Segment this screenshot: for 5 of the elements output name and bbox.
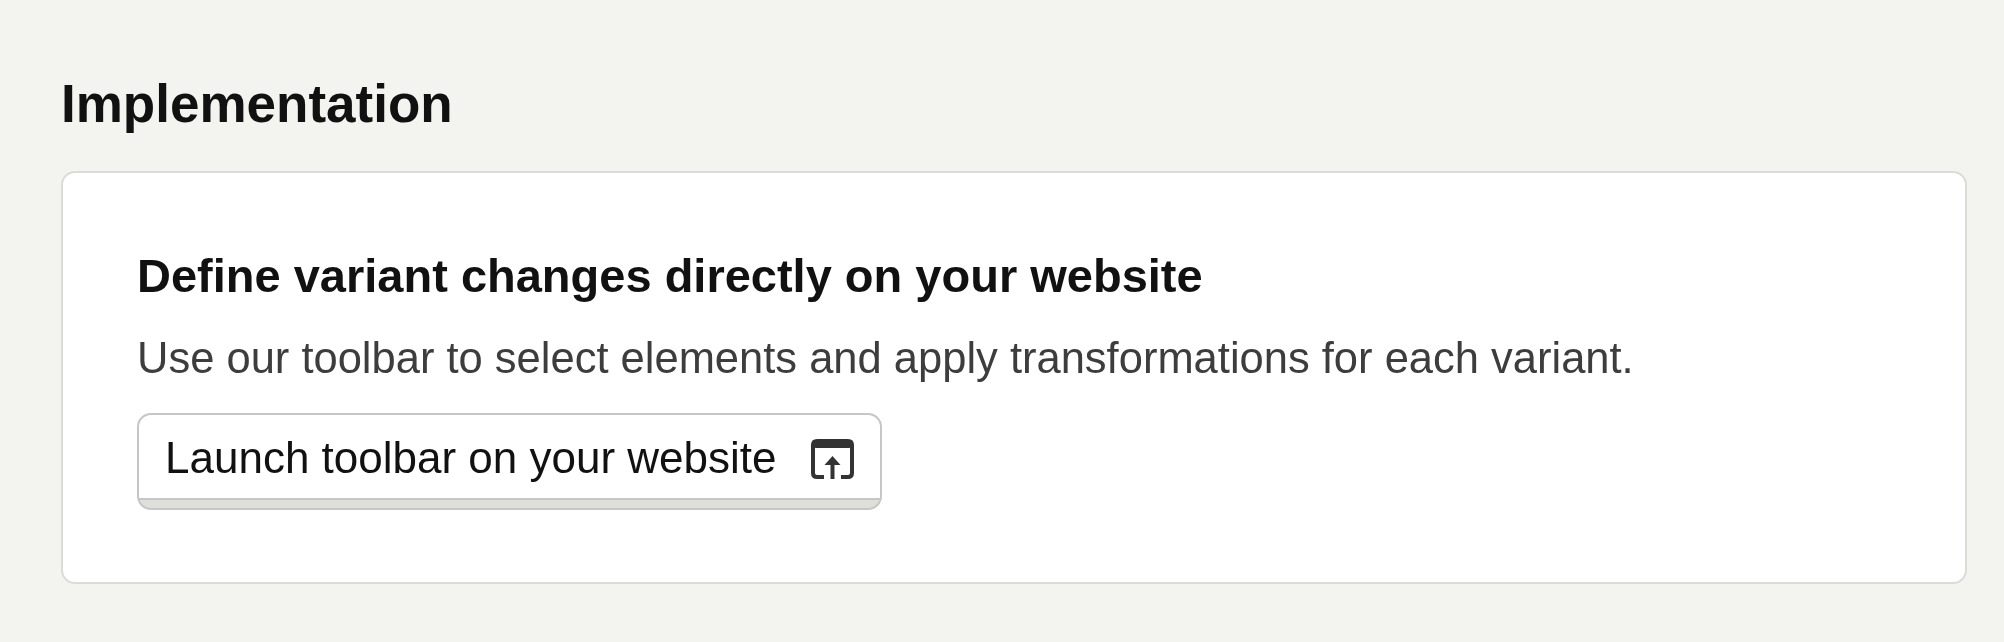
card-description: Use our toolbar to select elements and apply transformations for each variant.	[137, 333, 1634, 384]
launch-toolbar-button[interactable]: Launch toolbar on your website	[137, 413, 882, 510]
section-heading: Implementation	[61, 73, 453, 135]
card-title: Define variant changes directly on your website	[137, 247, 1203, 304]
open-window-icon	[809, 438, 855, 479]
